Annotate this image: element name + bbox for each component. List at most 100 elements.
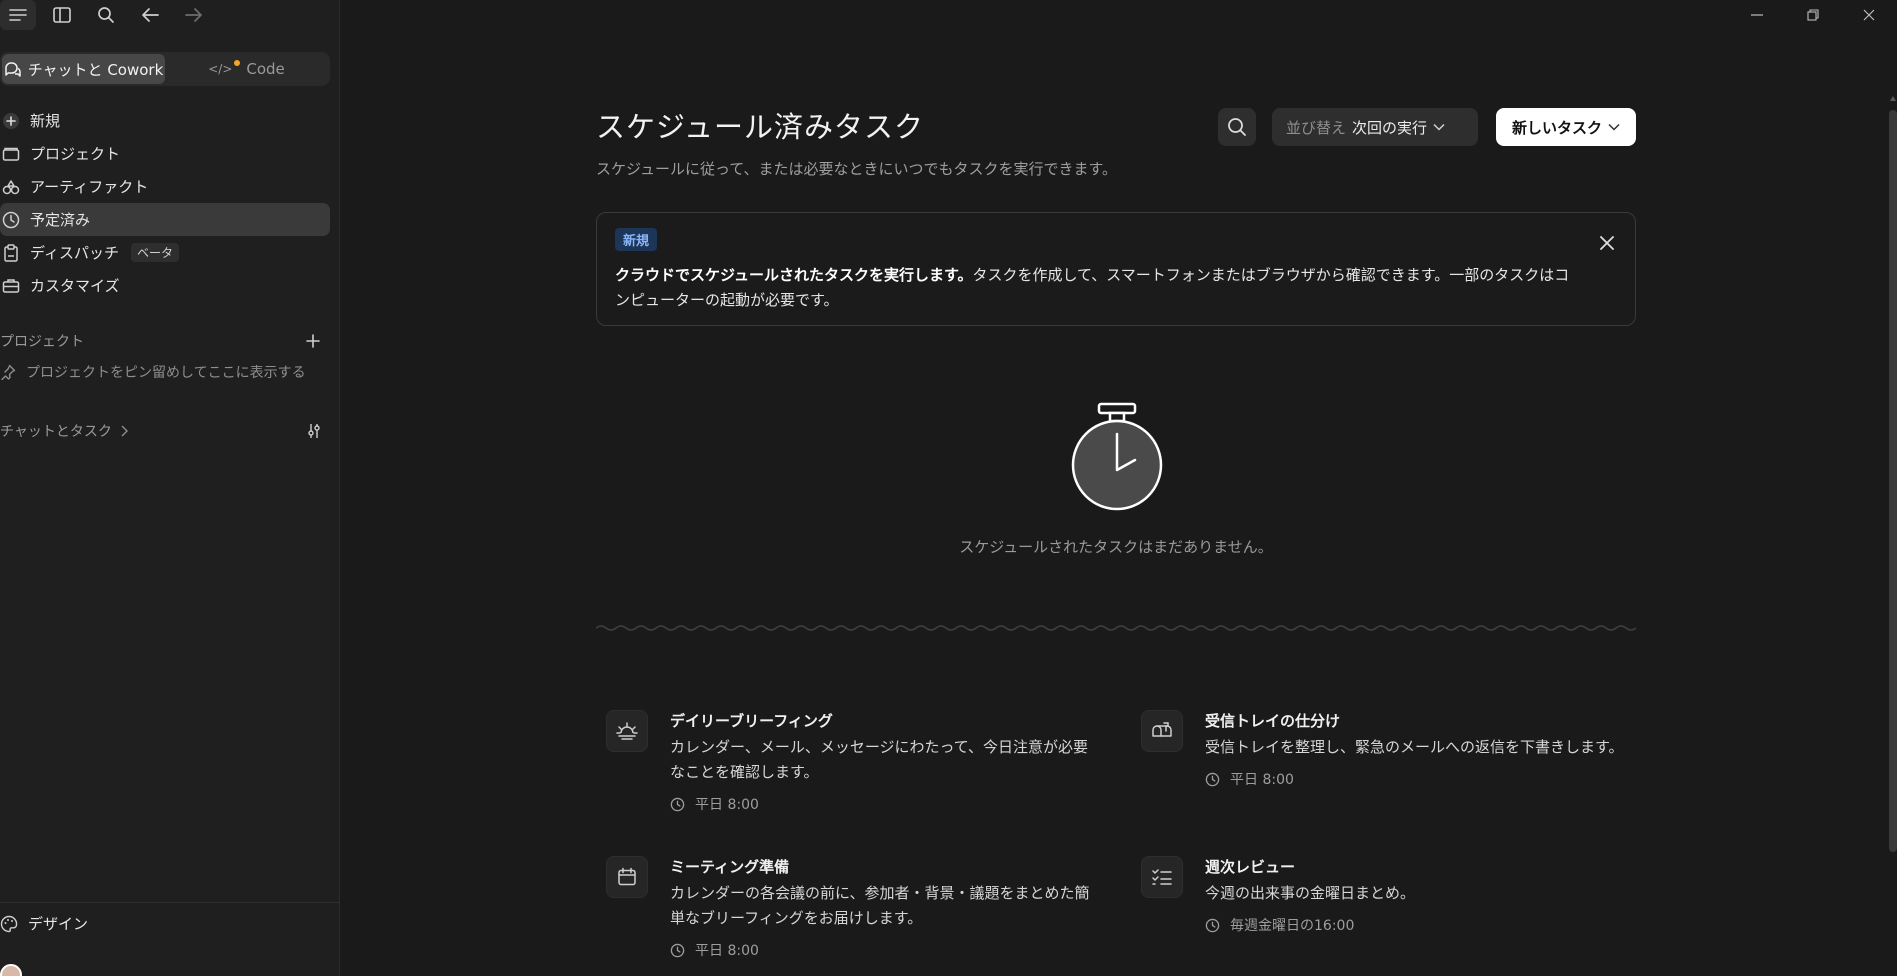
briefcase-icon xyxy=(2,277,20,295)
clock-icon xyxy=(2,211,20,229)
sidebar-item-label: プロジェクト xyxy=(30,145,121,163)
close-icon xyxy=(1863,9,1875,21)
sidebar: チャットと Cowork </> Code 新規 プロジェクト アーティファクト… xyxy=(0,0,340,976)
banner-text: クラウドでスケジュールされたタスクを実行します。タスクを作成して、スマートフォン… xyxy=(615,263,1575,313)
avatar[interactable] xyxy=(0,964,22,976)
plus-circle-icon xyxy=(2,112,20,130)
empty-state-text: スケジュールされたタスクはまだありません。 xyxy=(959,538,1273,556)
chats-section-header: チャットとタスク xyxy=(0,421,330,441)
clock-icon xyxy=(670,943,685,957)
template-title: 受信トレイの仕分け xyxy=(1205,712,1341,730)
template-schedule: 平日 8:00 xyxy=(670,794,759,814)
clipboard-icon xyxy=(2,243,20,262)
chevron-down-icon xyxy=(1608,123,1620,131)
sidebar-item-scheduled[interactable]: 予定済み xyxy=(0,203,330,236)
search-icon xyxy=(98,7,114,23)
template-description: カレンダー、メール、メッセージにわたって、今日注意が必要なことを確認します。 xyxy=(670,738,1089,781)
schedule-text: 平日 8:00 xyxy=(695,797,759,813)
template-title: 週次レビュー xyxy=(1205,858,1296,876)
sunrise-icon xyxy=(606,710,648,752)
template-description: 受信トレイを整理し、緊急のメールへの返信を下書きします。 xyxy=(1205,738,1624,756)
close-icon xyxy=(1600,236,1614,250)
wavy-divider xyxy=(596,625,1636,631)
clock-icon xyxy=(670,797,685,811)
template-inbox-triage[interactable]: 受信トレイの仕分け 受信トレイを整理し、緊急のメールへの返信を下書きします。 平… xyxy=(1131,708,1624,798)
template-schedule: 毎週金曜日の16:00 xyxy=(1205,915,1354,935)
design-link[interactable]: デザイン xyxy=(0,913,88,934)
schedule-text: 平日 8:00 xyxy=(1230,772,1294,788)
dismiss-banner-button[interactable] xyxy=(1595,231,1619,255)
page-subtitle: スケジュールに従って、または必要なときにいつでもタスクを実行できます。 xyxy=(596,160,1117,178)
sidebar-toggle-icon xyxy=(53,7,71,23)
clock-icon xyxy=(1205,918,1220,932)
chats-heading-toggle[interactable]: チャットとタスク xyxy=(0,421,128,441)
notification-dot xyxy=(234,60,241,66)
template-daily-briefing[interactable]: デイリーブリーフィング カレンダー、メール、メッセージにわたって、今日注意が必要… xyxy=(596,708,1088,818)
sidebar-item-customize[interactable]: カスタマイズ xyxy=(0,269,330,302)
sort-value: 次回の実行 xyxy=(1352,118,1428,137)
checklist-icon xyxy=(1141,856,1183,898)
sidebar-item-label: アーティファクト xyxy=(30,178,149,196)
sidebar-item-label: 新規 xyxy=(30,112,61,130)
sidebar-item-label: カスタマイズ xyxy=(30,277,120,295)
template-schedule: 平日 8:00 xyxy=(670,940,759,960)
sidebar-item-new[interactable]: 新規 xyxy=(0,104,330,137)
sidebar-item-dispatch[interactable]: ディスパッチ ベータ xyxy=(0,236,330,269)
sidebar-item-artifacts[interactable]: アーティファクト xyxy=(0,170,330,203)
calendar-icon xyxy=(606,856,648,898)
forward-button[interactable] xyxy=(176,0,212,30)
new-tag: 新規 xyxy=(615,228,658,251)
new-task-button[interactable]: 新しいタスク xyxy=(1496,108,1636,146)
arrow-left-icon xyxy=(142,8,159,22)
sort-label: 並び替え xyxy=(1286,118,1347,137)
template-meeting-prep[interactable]: ミーティング準備 カレンダーの各会議の前に、参加者・背景・議題をまとめた簡単なブ… xyxy=(596,854,1090,964)
code-icon: </> xyxy=(208,60,241,76)
sidebar-item-label: 予定済み xyxy=(30,211,91,229)
plus-icon xyxy=(306,334,320,348)
chats-heading: チャットとタスク xyxy=(0,424,112,440)
template-description: カレンダーの各会議の前に、参加者・背景・議題をまとめた簡単なブリーフィングをお届… xyxy=(670,884,1090,927)
chevron-right-icon xyxy=(121,425,128,437)
restore-icon xyxy=(1807,9,1819,21)
mode-chat-cowork[interactable]: チャットと Cowork xyxy=(2,54,165,84)
sidebar-toggle-button[interactable] xyxy=(44,0,80,30)
minimize-icon xyxy=(1751,14,1763,16)
template-weekly-review[interactable]: 週次レビュー 今週の出来事の金曜日まとめ。 毎週金曜日の16:00 xyxy=(1131,854,1621,944)
back-button[interactable] xyxy=(132,0,168,30)
folder-icon xyxy=(2,145,20,163)
filter-button[interactable] xyxy=(306,423,322,439)
sidebar-toolbar xyxy=(0,0,212,30)
clock-icon xyxy=(1205,772,1220,786)
mode-code-label: Code xyxy=(246,60,285,78)
task-search-button[interactable] xyxy=(1218,108,1256,146)
add-project-button[interactable] xyxy=(306,334,320,348)
banner-bold-text: クラウドでスケジュールされたタスクを実行します。 xyxy=(615,266,973,284)
pin-icon xyxy=(1,364,16,380)
announcement-banner: 新規 クラウドでスケジュールされたタスクを実行します。タスクを作成して、スマート… xyxy=(596,212,1636,326)
scrollbar[interactable] xyxy=(1889,110,1897,852)
search-icon xyxy=(1228,118,1246,136)
minimize-button[interactable] xyxy=(1729,0,1785,30)
window-controls xyxy=(1729,0,1897,30)
artifacts-icon xyxy=(2,178,20,196)
sidebar-item-projects[interactable]: プロジェクト xyxy=(0,137,330,170)
palette-icon xyxy=(0,915,18,932)
stopwatch-icon xyxy=(1071,402,1163,511)
restore-button[interactable] xyxy=(1785,0,1841,30)
template-schedule: 平日 8:00 xyxy=(1205,769,1294,789)
close-window-button[interactable] xyxy=(1841,0,1897,30)
mode-code[interactable]: </> Code xyxy=(165,54,328,84)
menu-button[interactable] xyxy=(0,0,36,30)
schedule-text: 毎週金曜日の16:00 xyxy=(1230,918,1355,934)
search-button[interactable] xyxy=(88,0,124,30)
scroll-up-arrow[interactable] xyxy=(1890,96,1896,101)
arrow-right-icon xyxy=(185,8,202,22)
sort-dropdown[interactable]: 並び替え 次回の実行 xyxy=(1272,108,1478,146)
chat-bubbles-icon xyxy=(4,62,21,77)
template-title: ミーティング準備 xyxy=(670,858,790,876)
chevron-down-icon xyxy=(1433,123,1445,131)
new-task-label: 新しいタスク xyxy=(1511,118,1602,137)
projects-heading: プロジェクト xyxy=(0,334,84,350)
page-title: スケジュール済みタスク xyxy=(596,110,924,144)
mode-switch: チャットと Cowork </> Code xyxy=(0,52,330,86)
